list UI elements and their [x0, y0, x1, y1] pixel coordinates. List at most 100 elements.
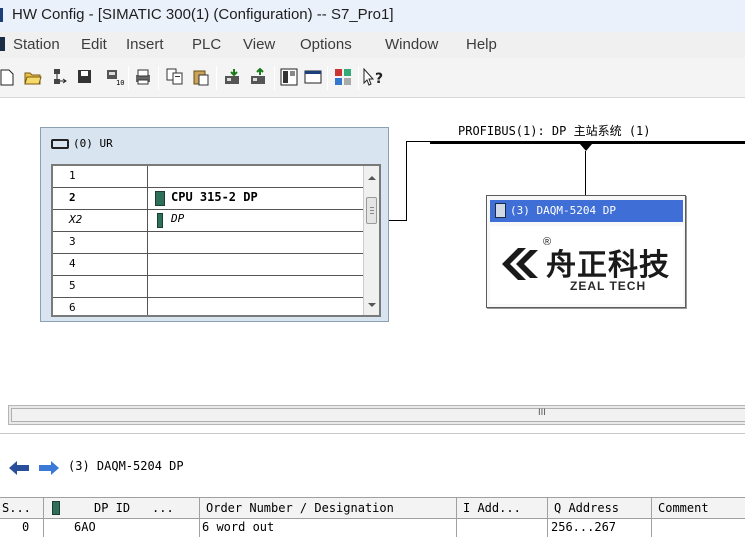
network-icon[interactable] — [52, 68, 70, 86]
svg-text:?: ? — [375, 71, 383, 86]
toolbar-separator — [158, 66, 159, 90]
open-icon[interactable] — [24, 68, 42, 86]
slot-number: 5 — [69, 279, 76, 292]
rack-icon — [51, 139, 69, 149]
slot-row[interactable]: 4 — [53, 254, 365, 276]
column-header-designation[interactable]: Order Number / Designation — [200, 497, 457, 519]
dp-slave-daqm-5204[interactable]: (3) DAQM-5204 DP ® 舟正科技 ZEAL TECH — [486, 195, 686, 308]
rack-slot-table: 1 2 CPU 315-2 DP X2 DP 3 4 5 6 — [51, 164, 381, 317]
dp-link-line — [389, 220, 407, 221]
slot-row-cpu[interactable]: 2 CPU 315-2 DP — [53, 188, 365, 210]
copy-icon[interactable] — [166, 68, 184, 86]
grip-line — [370, 210, 374, 211]
slot-divider — [147, 188, 148, 210]
slot-row[interactable]: 1 — [53, 166, 365, 188]
cell-comment[interactable] — [652, 519, 745, 537]
column-header-dp-id[interactable]: DP ID ... — [44, 497, 200, 519]
slot-divider — [147, 254, 148, 276]
scroll-down-icon[interactable] — [368, 303, 376, 307]
slave-drop-line — [585, 151, 586, 196]
slot-number: 2 — [69, 191, 76, 204]
upload-icon[interactable] — [250, 68, 268, 86]
rack-ur[interactable]: (0) UR 1 2 CPU 315-2 DP X2 DP 3 4 5 6 — [40, 127, 389, 322]
forward-arrow-icon[interactable] — [38, 460, 60, 476]
download-icon[interactable] — [224, 68, 242, 86]
cell-i-address[interactable] — [457, 519, 548, 537]
column-header-dp-id-more: ... — [152, 501, 174, 515]
network-config-icon[interactable] — [334, 68, 352, 86]
app-icon — [0, 8, 3, 22]
slave-device-icon — [495, 203, 506, 218]
slot-row-dp[interactable]: X2 DP — [53, 210, 365, 232]
grip-line — [370, 213, 374, 214]
toolbar-separator — [358, 66, 359, 90]
slot-number: 4 — [69, 257, 76, 270]
catalog-icon[interactable] — [280, 68, 298, 86]
slave-name: (3) DAQM-5204 DP — [510, 204, 616, 217]
menu-insert[interactable]: Insert — [126, 36, 164, 53]
scroll-grip: III — [538, 408, 546, 418]
menu-edit[interactable]: Edit — [81, 36, 107, 53]
slot-number: 3 — [69, 235, 76, 248]
slot-row[interactable]: 5 — [53, 276, 365, 298]
slot-number: 1 — [69, 169, 76, 182]
scroll-up-icon[interactable] — [368, 176, 376, 180]
compile-icon[interactable]: 10 — [106, 68, 124, 86]
menu-window[interactable]: Window — [385, 36, 438, 53]
cpu-module-icon — [155, 191, 165, 206]
print-icon[interactable] — [134, 68, 152, 86]
cell-q-address[interactable]: 256...267 — [548, 519, 652, 537]
scroll-thumb[interactable]: III — [11, 408, 745, 422]
toolbar-separator — [216, 66, 217, 90]
menu-plc[interactable]: PLC — [192, 36, 221, 53]
save-icon[interactable] — [76, 68, 94, 86]
panel-divider[interactable] — [0, 433, 745, 434]
bus-connection-marker — [580, 144, 592, 151]
dp-interface-icon — [157, 213, 163, 228]
dp-link-line — [406, 141, 432, 142]
column-header-comment[interactable]: Comment — [652, 497, 745, 519]
menu-bar: Station Edit Insert PLC View Options Win… — [0, 32, 745, 58]
cell-dp-id[interactable]: 6AO — [44, 519, 200, 537]
menu-station[interactable]: Station — [13, 36, 60, 53]
scroll-thumb[interactable] — [366, 197, 377, 224]
back-arrow-icon[interactable] — [8, 460, 30, 476]
rack-scrollbar[interactable] — [363, 166, 379, 315]
toolbar-separator — [327, 66, 328, 90]
cell-designation[interactable]: 6 word out — [200, 519, 457, 537]
slot-divider — [147, 298, 148, 315]
toolbar: 10 ? — [0, 58, 745, 98]
toolbar-separator — [128, 66, 129, 90]
grip-line — [370, 207, 374, 208]
slot-module: DP — [171, 212, 185, 225]
column-header-i-address[interactable]: I Add... — [457, 497, 548, 519]
column-header-dp-id-label: DP ID — [94, 501, 131, 515]
detail-title: (3) DAQM-5204 DP — [68, 459, 184, 473]
slot-module: CPU 315-2 DP — [171, 190, 258, 204]
slot-row[interactable]: 3 — [53, 232, 365, 254]
zeal-tech-logo: ® 舟正科技 ZEAL TECH — [490, 226, 683, 304]
slot-divider — [147, 276, 148, 298]
window-icon[interactable] — [304, 68, 322, 86]
profibus-label[interactable]: PROFIBUS(1): DP 主站系统 (1) — [458, 122, 651, 139]
new-icon[interactable] — [0, 68, 18, 86]
cell-slot[interactable]: 0 — [0, 519, 44, 537]
menu-help[interactable]: Help — [466, 36, 497, 53]
column-header-slot[interactable]: S... — [0, 497, 44, 519]
slot-row[interactable]: 6 — [53, 298, 365, 315]
toolbar-separator — [274, 66, 275, 90]
menu-view[interactable]: View — [243, 36, 275, 53]
paste-icon[interactable] — [192, 68, 210, 86]
module-icon — [52, 501, 60, 515]
column-header-q-address[interactable]: Q Address — [548, 497, 652, 519]
rack-title: (0) UR — [51, 137, 113, 150]
slave-header[interactable]: (3) DAQM-5204 DP — [490, 200, 683, 222]
station-scrollbar[interactable]: III — [8, 405, 745, 425]
system-menu-icon[interactable] — [0, 37, 5, 51]
title-bar: HW Config - [SIMATIC 300(1) (Configurati… — [0, 0, 745, 32]
menu-options[interactable]: Options — [300, 36, 352, 53]
slot-divider — [147, 166, 148, 188]
help-icon[interactable]: ? — [362, 68, 388, 86]
zeal-logo-mark-icon — [502, 248, 538, 280]
dp-link-line — [406, 141, 407, 221]
